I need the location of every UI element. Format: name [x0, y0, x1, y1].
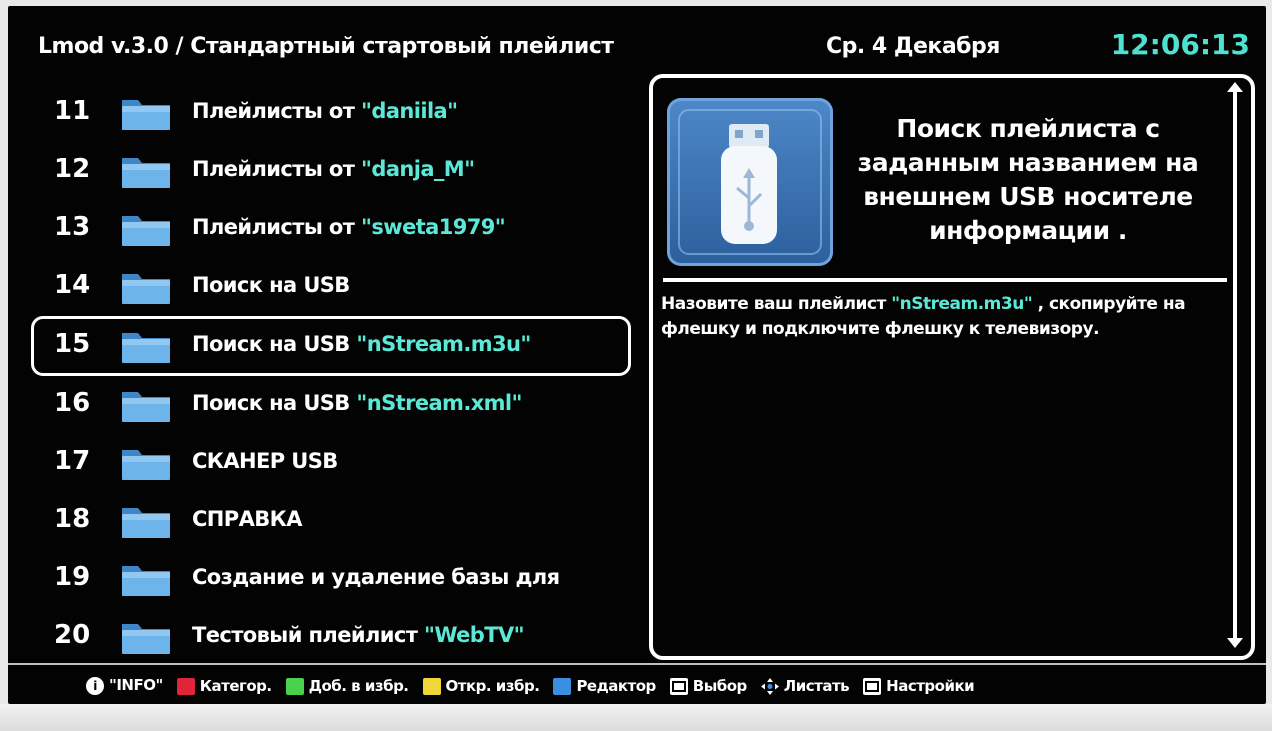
tv-bezel [0, 704, 1272, 731]
item-label-text: Тестовый плейлист [192, 623, 424, 647]
item-number: 17 [54, 446, 91, 476]
item-label-text: Поиск на USB [192, 332, 357, 356]
yellow-key-icon [422, 677, 441, 695]
footer-hint-label: Откр. избр. [445, 676, 540, 695]
list-item[interactable]: 11 Плейлисты от "daniila" [34, 84, 644, 142]
scroll-down-arrow-icon [1227, 638, 1243, 648]
item-label-text: Плейлисты от [192, 99, 362, 123]
folder-icon [120, 560, 172, 598]
scrollbar[interactable] [1227, 82, 1243, 648]
item-label: Плейлисты от "danja_M" [192, 157, 475, 181]
desc-text-start: Назовите ваш плейлист [661, 294, 892, 314]
footer-hint-label: Листать [783, 676, 850, 695]
item-label: Создание и удаление базы для [192, 565, 560, 589]
list-item[interactable]: 16 Поиск на USB "nStream.xml" [34, 376, 644, 434]
green-key-icon [285, 677, 304, 695]
item-number: 15 [54, 329, 91, 359]
item-label-text: Плейлисты от [192, 215, 362, 239]
playlist-list: 11 Плейлисты от "daniila" 12 Плейлисты от "… [31, 84, 644, 666]
item-label-highlight: "daniila" [361, 99, 458, 123]
folder-icon [120, 268, 172, 306]
item-label-highlight: "danja_M" [361, 157, 475, 181]
item-number: 19 [54, 562, 91, 592]
footer-hint-label: Редактор [576, 676, 656, 695]
footer-hint: Настройки [863, 676, 975, 695]
list-item[interactable]: 17 СКАНЕР USB [34, 434, 644, 492]
item-label: Плейлисты от "sweta1979" [192, 215, 506, 239]
item-number: 12 [54, 154, 91, 184]
item-label-text: Создание и удаление базы для [192, 565, 560, 589]
detail-title: Поиск плейлиста с заданным названием на … [857, 114, 1199, 245]
item-label: Поиск на USB "nStream.m3u" [192, 332, 531, 356]
date-label: Ср. 4 Декабря [826, 34, 1000, 59]
item-label-text: Плейлисты от [192, 157, 362, 181]
folder-icon [120, 444, 172, 482]
desc-filename: "nStream.m3u" [891, 294, 1033, 314]
folder-icon [120, 94, 172, 132]
detail-panel: Поиск плейлиста с заданным названием на … [649, 74, 1255, 660]
item-label-text: СКАНЕР USB [192, 449, 338, 473]
folder-icon [120, 618, 172, 656]
footer-hint: Листать [760, 676, 850, 695]
list-item[interactable]: 14 Поиск на USB [34, 258, 644, 316]
footer-hint-label: Настройки [886, 676, 975, 695]
enter-key-icon [669, 677, 688, 695]
folder-icon [120, 502, 172, 540]
red-key-icon [176, 677, 195, 695]
item-label-text: СПРАВКА [192, 507, 302, 531]
item-label-highlight: "nStream.m3u" [356, 332, 531, 356]
footer-hint: Редактор [553, 676, 656, 695]
item-number: 16 [54, 388, 91, 418]
clock: 12:06:13 [1110, 28, 1250, 61]
item-label: СКАНЕР USB [192, 449, 338, 473]
folder-icon [120, 386, 172, 424]
divider [663, 278, 1227, 282]
footer-divider [8, 663, 1266, 665]
item-label: Плейлисты от "daniila" [192, 99, 458, 123]
item-number: 20 [54, 620, 91, 650]
item-number: 13 [54, 212, 91, 242]
footer-hint-label: Доб. в избр. [308, 676, 409, 695]
list-item[interactable]: 15 Поиск на USB "nStream.m3u" [31, 316, 631, 376]
item-label: Поиск на USB "nStream.xml" [192, 391, 522, 415]
folder-icon [120, 327, 172, 365]
scroll-up-arrow-icon [1227, 82, 1243, 92]
list-item[interactable]: 18 СПРАВКА [34, 492, 644, 550]
item-label-text: Поиск на USB [192, 391, 357, 415]
info-icon: i [86, 676, 104, 695]
top-bar: Lmod v.3.0 / Стандартный стартовый плейл… [8, 6, 1266, 74]
footer-hint: Выбор [669, 676, 748, 695]
item-label: Поиск на USB [192, 273, 350, 297]
list-item[interactable]: 19 Создание и удаление базы для [34, 550, 644, 608]
footer-hint-label: Категор. [199, 676, 272, 695]
item-label-highlight: "WebTV" [424, 623, 525, 647]
list-item[interactable]: 13 Плейлисты от "sweta1979" [34, 200, 644, 258]
list-item[interactable]: 12 Плейлисты от "danja_M" [34, 142, 644, 200]
item-number: 18 [54, 504, 91, 534]
footer-hint: Откр. избр. [422, 676, 540, 695]
item-number: 14 [54, 270, 91, 300]
page-title: Lmod v.3.0 / Стандартный стартовый плейл… [38, 34, 614, 59]
blue-key-icon [553, 677, 572, 695]
tools-key-icon [863, 677, 882, 695]
footer-hint: Доб. в избр. [285, 676, 409, 695]
usb-icon [667, 98, 833, 266]
tv-screen: Lmod v.3.0 / Стандартный стартовый плейл… [8, 6, 1266, 704]
footer-hint: i "INFO" [86, 676, 163, 695]
item-label: СПРАВКА [192, 507, 302, 531]
item-label-highlight: "nStream.xml" [356, 391, 522, 415]
folder-icon [120, 152, 172, 190]
item-label: Тестовый плейлист "WebTV" [192, 623, 525, 647]
dpad-icon [760, 677, 779, 695]
footer-hint-label: Выбор [692, 676, 748, 695]
footer-hint: Категор. [176, 676, 272, 695]
detail-description: Назовите ваш плейлист "nStream.m3u" , ск… [661, 292, 1201, 342]
item-number: 11 [54, 96, 91, 126]
list-item[interactable]: 20 Тестовый плейлист "WebTV" [34, 608, 644, 666]
folder-icon [120, 210, 172, 248]
footer-hint-label: "INFO" [109, 676, 163, 695]
item-label-highlight: "sweta1979" [361, 215, 506, 239]
footer-hints: i "INFO" Категор. Доб. в избр. Откр. избр. Ре… [86, 676, 988, 700]
item-label-text: Поиск на USB [192, 273, 350, 297]
